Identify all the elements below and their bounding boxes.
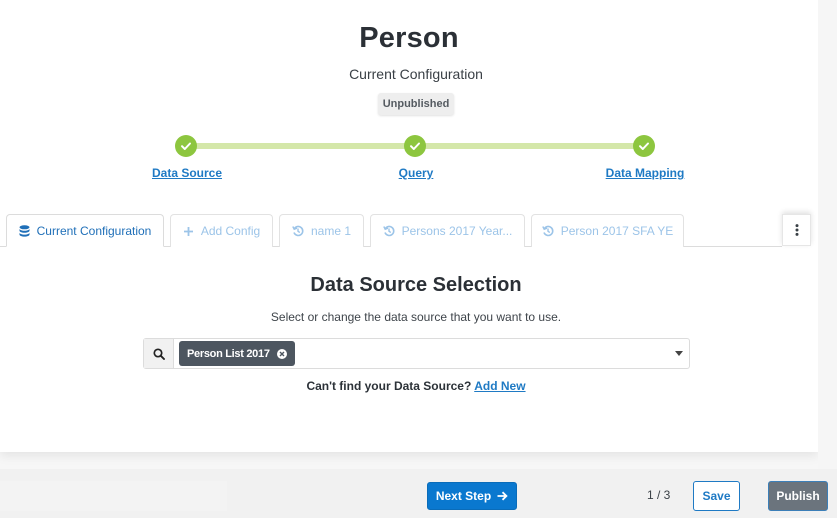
add-new-link[interactable]: Add New [474, 379, 525, 393]
section-title: Data Source Selection [310, 274, 522, 296]
right-scroll-gutter [818, 0, 837, 469]
page-subtitle: Current Configuration [349, 66, 483, 82]
selected-data-source-chip: Person List 2017 [179, 341, 295, 366]
tab-label: Add Config [200, 224, 261, 238]
step-link-query[interactable]: Query [399, 166, 434, 180]
next-step-button[interactable]: Next Step [427, 482, 517, 510]
history-icon [382, 225, 395, 237]
database-icon [19, 224, 30, 237]
check-icon [410, 142, 420, 150]
data-source-select-field[interactable]: Person List 2017 [174, 339, 689, 368]
tab-persons-2017-year[interactable]: Persons 2017 Year... [370, 214, 525, 247]
search-addon [144, 339, 174, 368]
tab-person-2017-sfa-ye[interactable]: Person 2017 SFA YE [531, 214, 684, 247]
tab-label: Current Configuration [36, 223, 152, 238]
data-source-select[interactable]: Person List 2017 [143, 338, 690, 369]
page-indicator: 1 / 3 [647, 488, 671, 502]
step-link-data-mapping[interactable]: Data Mapping [606, 166, 685, 180]
search-icon [152, 347, 165, 360]
status-badge: Unpublished [378, 93, 454, 115]
publish-button[interactable]: Publish [768, 481, 828, 511]
vertical-ellipsis-icon [795, 224, 798, 236]
tab-name-1[interactable]: name 1 [279, 214, 364, 247]
tab-label: Persons 2017 Year... [401, 224, 513, 238]
configuration-card: Person Current Configuration Unpublished… [0, 0, 818, 452]
step-data-source-indicator [175, 135, 197, 157]
chip-label: Person List 2017 [187, 347, 270, 360]
close-icon [279, 351, 285, 356]
check-icon [181, 142, 191, 150]
history-icon [541, 225, 554, 237]
tab-add-config[interactable]: Add Config [170, 214, 273, 247]
chevron-down-icon[interactable] [675, 351, 683, 356]
section-description: Select or change the data source that yo… [270, 310, 562, 324]
next-step-label: Next Step [435, 489, 492, 503]
tab-label: Person 2017 SFA YE [560, 224, 674, 238]
tabs-more-button[interactable] [782, 214, 811, 246]
step-link-data-source[interactable]: Data Source [152, 166, 222, 180]
plus-icon [183, 226, 193, 236]
footer-left-area [0, 481, 227, 511]
tab-label: name 1 [310, 224, 352, 238]
arrow-right-icon [497, 491, 508, 501]
page-title: Person [359, 22, 459, 54]
add-source-help: Can't find your Data Source? Add New [0, 379, 832, 393]
help-text: Can't find your Data Source? [306, 379, 472, 393]
check-icon [639, 142, 649, 150]
tab-current-configuration[interactable]: Current Configuration [6, 214, 164, 247]
step-query-indicator [404, 135, 426, 157]
step-data-mapping-indicator [633, 135, 655, 157]
history-icon [292, 225, 304, 237]
save-button[interactable]: Save [693, 481, 740, 511]
chip-remove-button[interactable] [276, 348, 287, 359]
